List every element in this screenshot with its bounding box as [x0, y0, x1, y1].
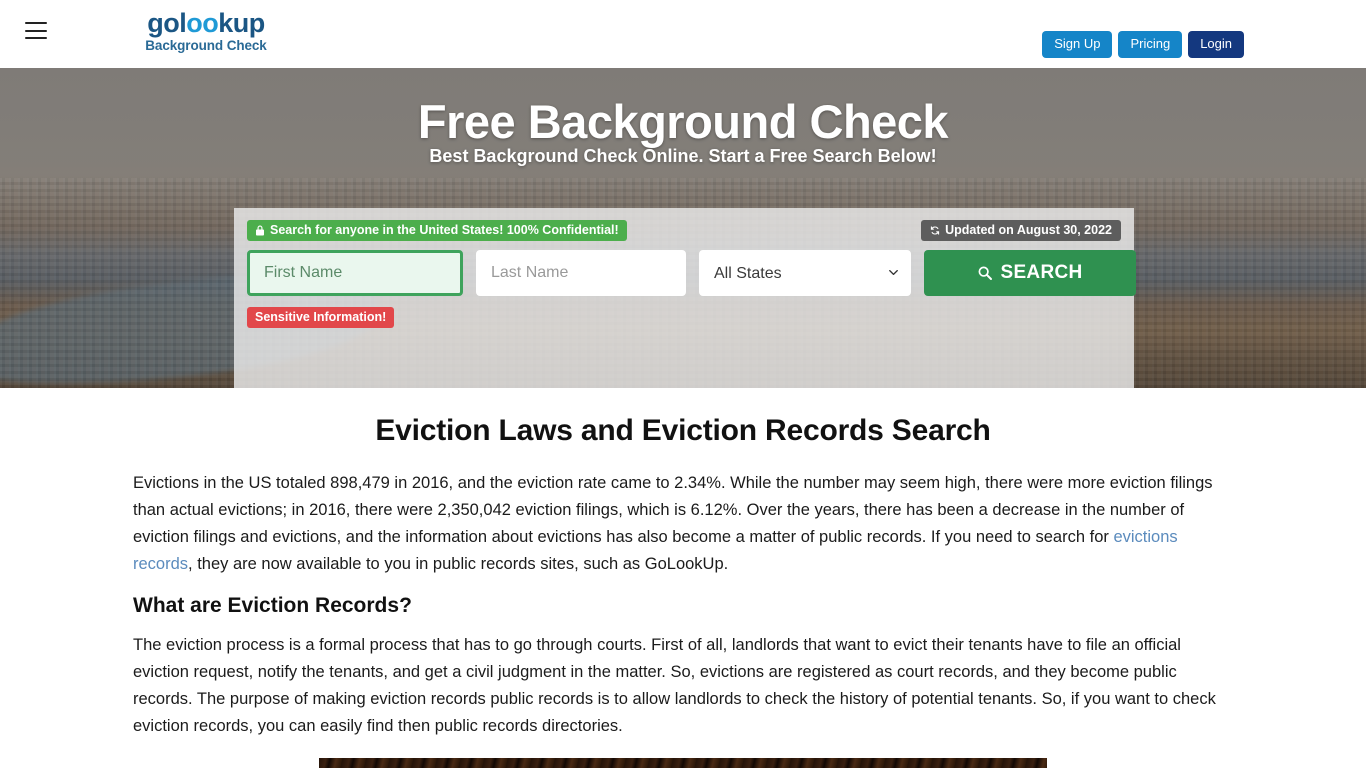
site-logo[interactable]: golookup Background Check: [138, 10, 274, 53]
logo-tagline: Background Check: [145, 38, 267, 53]
article-paragraph-2: The eviction process is a formal process…: [133, 636, 1216, 735]
search-button[interactable]: SEARCH: [924, 250, 1136, 296]
updated-badge-label: Updated on August 30, 2022: [945, 223, 1112, 237]
search-panel: Search for anyone in the United States! …: [234, 208, 1136, 388]
pricing-button[interactable]: Pricing: [1118, 31, 1183, 59]
header-button-group: Sign Up Pricing Login: [1042, 31, 1244, 59]
state-select[interactable]: All States: [699, 250, 911, 296]
login-button[interactable]: Login: [1188, 31, 1244, 59]
lock-icon: [256, 225, 264, 235]
hero-subtitle: Best Background Check Online. Start a Fr…: [429, 146, 937, 166]
page-title: Eviction Laws and Eviction Records Searc…: [375, 414, 991, 447]
article-body: Evictions in the US totaled 898,479 in 2…: [133, 470, 1233, 740]
last-name-input[interactable]: [476, 250, 686, 296]
sign-up-button[interactable]: Sign Up: [1042, 31, 1113, 59]
search-button-label: SEARCH: [1000, 262, 1083, 283]
search-badge-row: Search for anyone in the United States! …: [247, 220, 1121, 241]
site-header: golookup Background Check Sign Up Pricin…: [0, 0, 1366, 68]
magnifier-icon: [979, 266, 993, 280]
hero-title: Free Background Check: [417, 95, 949, 148]
logo-magnifier-letters: oo: [186, 8, 219, 38]
sync-refresh-icon: [930, 225, 940, 235]
logo-text-left: gol: [147, 8, 187, 38]
article-image: [319, 758, 1047, 768]
hamburger-line: [25, 22, 47, 24]
updated-badge: Updated on August 30, 2022: [921, 220, 1121, 241]
paragraph-1-text-after-link: , they are now available to you in publi…: [188, 555, 729, 573]
search-fields-row: All States SEARCH: [247, 250, 1136, 296]
paragraph-1-text-before-link: Evictions in the US totaled 898,479 in 2…: [133, 474, 1213, 546]
hamburger-line: [25, 29, 47, 32]
article-subheading: What are Eviction Records?: [133, 594, 412, 617]
first-name-input[interactable]: [247, 250, 463, 296]
logo-text-right: kup: [218, 8, 265, 38]
state-select-wrapper: All States: [699, 250, 911, 296]
sensitive-information-badge: Sensitive Information!: [247, 307, 395, 328]
confidential-badge: Search for anyone in the United States! …: [247, 220, 627, 241]
logo-wordmark: golookup: [138, 10, 274, 37]
hamburger-line: [25, 37, 47, 39]
confidential-badge-label: Search for anyone in the United States! …: [270, 223, 619, 237]
article-section: Eviction Laws and Eviction Records Searc…: [0, 388, 1366, 768]
hero-section: Free Background Check Best Background Ch…: [0, 68, 1366, 388]
hamburger-menu-icon[interactable]: [25, 22, 47, 39]
article-paragraph-1: Evictions in the US totaled 898,479 in 2…: [133, 470, 1233, 578]
